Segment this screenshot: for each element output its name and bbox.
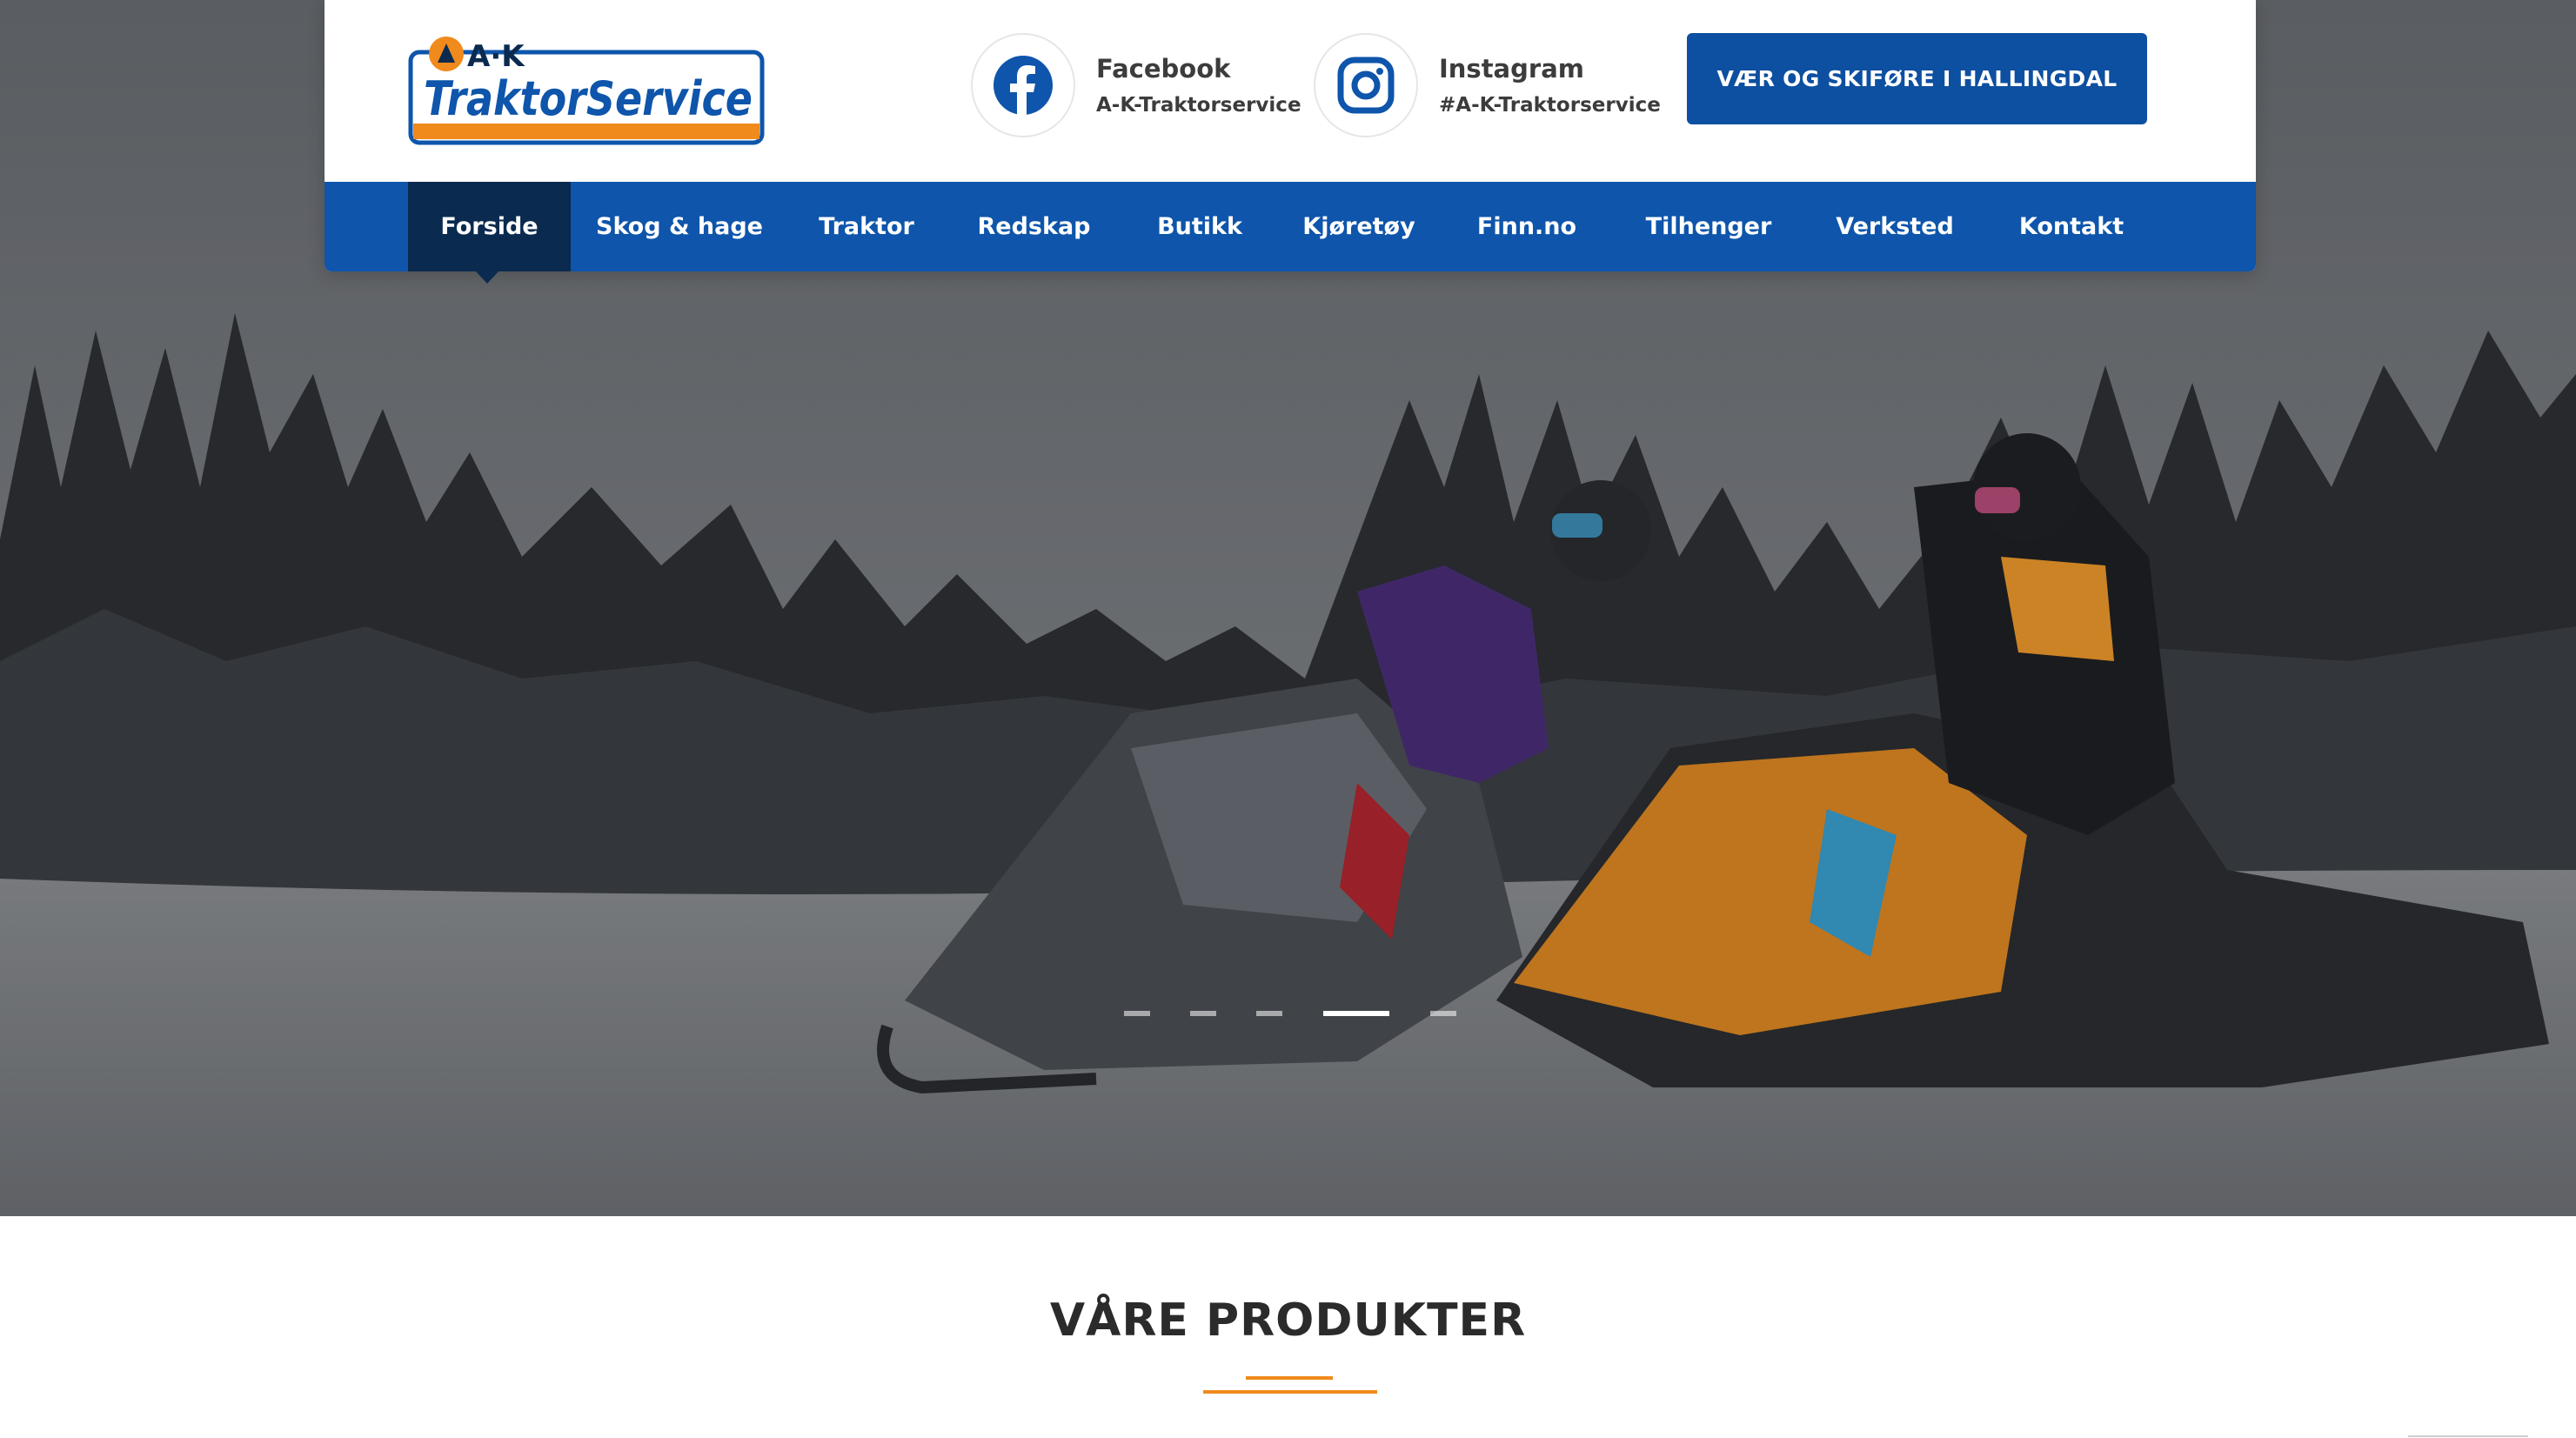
nav-item-forside[interactable]: Forside bbox=[408, 182, 571, 271]
nav-item-kjoretoy[interactable]: Kjøretøy bbox=[1276, 182, 1442, 271]
logo-graphic: A·K TraktorService bbox=[408, 37, 765, 145]
slider-dot-4[interactable] bbox=[1323, 1011, 1389, 1016]
nav-active-caret bbox=[476, 271, 498, 284]
title-accent-line-bottom bbox=[1203, 1390, 1377, 1394]
facebook-title: Facebook bbox=[1096, 53, 1231, 84]
nav-item-skog-hage[interactable]: Skog & hage bbox=[571, 182, 788, 271]
nav-item-finn-no[interactable]: Finn.no bbox=[1442, 182, 1612, 271]
nav-item-redskap[interactable]: Redskap bbox=[945, 182, 1123, 271]
logo-top-text: A·K bbox=[467, 39, 525, 74]
main-nav: Forside Skog & hage Traktor Redskap Buti… bbox=[325, 182, 2256, 271]
title-accent-line-top bbox=[1246, 1376, 1333, 1380]
nav-item-tilhenger[interactable]: Tilhenger bbox=[1612, 182, 1805, 271]
logo-main-text: TraktorService bbox=[424, 71, 753, 126]
corner-divider bbox=[2408, 1435, 2528, 1437]
slider-dot-5[interactable] bbox=[1430, 1011, 1456, 1016]
nav-item-verksted[interactable]: Verksted bbox=[1805, 182, 1984, 271]
nav-item-traktor[interactable]: Traktor bbox=[788, 182, 945, 271]
instagram-handle: #A-K-Traktorservice bbox=[1439, 94, 1661, 117]
slider-dot-1[interactable] bbox=[1124, 1011, 1150, 1016]
cta-button[interactable]: VÆR OG SKIFØRE I HALLINGDAL bbox=[1687, 33, 2147, 124]
facebook-icon-circle[interactable] bbox=[971, 33, 1075, 137]
facebook-handle: A-K-Traktorservice bbox=[1096, 94, 1301, 117]
instagram-title: Instagram bbox=[1439, 53, 1584, 84]
facebook-link[interactable]: Facebook A-K-Traktorservice bbox=[971, 33, 1301, 137]
section-title: VÅRE PRODUKTER bbox=[1049, 1294, 1527, 1347]
nav-item-butikk[interactable]: Butikk bbox=[1123, 182, 1276, 271]
slider-dot-3[interactable] bbox=[1256, 1011, 1282, 1016]
nav-item-kontakt[interactable]: Kontakt bbox=[1984, 182, 2158, 271]
facebook-icon bbox=[994, 56, 1053, 115]
site-logo[interactable]: A·K TraktorService bbox=[408, 33, 765, 146]
instagram-icon-circle[interactable] bbox=[1314, 33, 1418, 137]
slider-dot-2[interactable] bbox=[1190, 1011, 1216, 1016]
instagram-link[interactable]: Instagram #A-K-Traktorservice bbox=[1314, 33, 1661, 137]
instagram-icon bbox=[1337, 57, 1395, 114]
